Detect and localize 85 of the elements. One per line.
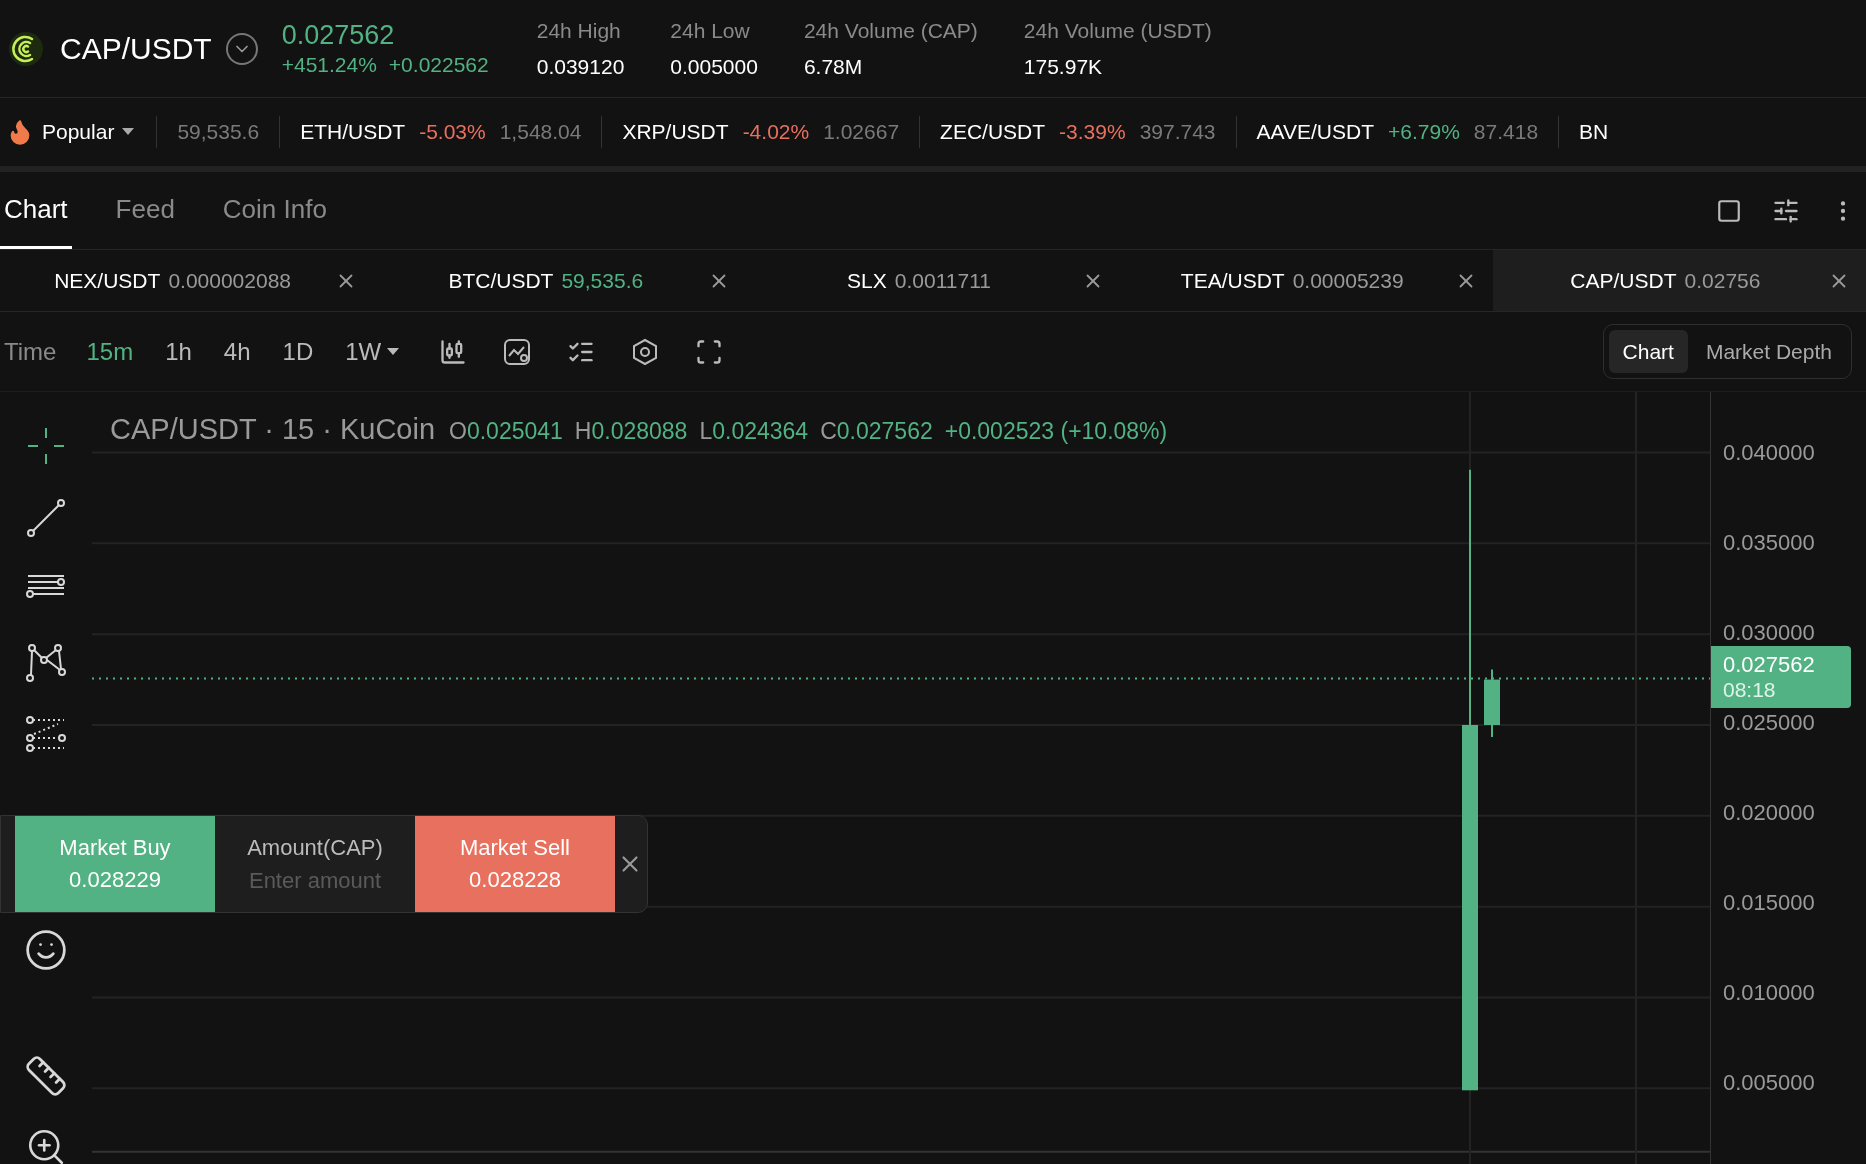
ticker-change: -4.02% xyxy=(742,119,810,146)
pair-price: 0.00005239 xyxy=(1292,267,1404,294)
pair-price: 0.000002088 xyxy=(168,267,291,294)
smiley-icon[interactable] xyxy=(24,928,68,972)
view-tab[interactable]: Chart xyxy=(0,172,72,249)
pair-price: 59,535.6 xyxy=(561,267,644,294)
interval-button[interactable]: 1D xyxy=(282,333,314,370)
pair-dropdown-button[interactable] xyxy=(225,32,258,65)
candle-change: +0.002523 (+10.08%) xyxy=(944,417,1168,446)
settings-sliders-icon[interactable] xyxy=(1772,196,1800,225)
caret-icon xyxy=(122,128,135,136)
view-mode-tab[interactable]: Chart xyxy=(1608,329,1688,374)
ohlc-value: L0.024364 xyxy=(699,417,809,446)
ohlc-value: O0.025041 xyxy=(449,417,563,446)
price-axis-label: 0.020000 xyxy=(1723,798,1815,827)
caret-icon xyxy=(387,347,400,356)
ticker-change: +6.79% xyxy=(1388,119,1460,146)
interval-button[interactable]: 1h xyxy=(165,333,192,370)
ticker-price: 87.418 xyxy=(1473,119,1539,146)
ticker-price: 397.743 xyxy=(1139,119,1216,146)
price-axis-label: 0.035000 xyxy=(1723,528,1815,557)
pair-name: SLX xyxy=(847,267,887,294)
pair-tab[interactable]: BTC/USDT 59,535.6 xyxy=(373,250,747,311)
candle xyxy=(1484,669,1500,738)
stat-value: 6.78M xyxy=(803,53,864,80)
price-axis-label: 0.040000 xyxy=(1723,438,1815,467)
ticker-pair[interactable]: XRP/USDT xyxy=(622,116,729,148)
price-axis-label: 0.025000 xyxy=(1723,708,1815,737)
ticker-pair[interactable]: ETH/USDT xyxy=(300,116,406,148)
pair-tab[interactable]: NEX/USDT 0.000002088 xyxy=(0,250,374,311)
time-label: Time xyxy=(4,336,57,367)
price-axis-label: 0.015000 xyxy=(1723,888,1815,917)
price-axis-label: 0.030000 xyxy=(1723,618,1815,647)
interval-button[interactable]: 1W xyxy=(345,333,400,370)
chart-title: CAP/USDT · 15 · KuCoin xyxy=(110,412,436,447)
stat-value: 175.97K xyxy=(1023,53,1104,80)
line-segment-icon[interactable] xyxy=(24,496,68,540)
ticker-pair[interactable]: AAVE/USDT xyxy=(1256,116,1375,148)
candlestick-icon[interactable] xyxy=(439,337,468,366)
change-amount: +0.022562 xyxy=(388,51,489,78)
last-price-label: 0.027562 xyxy=(1723,652,1816,678)
window-icon[interactable] xyxy=(1716,197,1742,224)
change-percent: +451.24% xyxy=(281,51,377,78)
amount-field[interactable]: Enter amount xyxy=(230,863,400,897)
last-price: 0.027562 xyxy=(281,18,396,51)
pair-symbol: CAP/USDT xyxy=(60,31,212,67)
interval-button[interactable]: 15m xyxy=(86,333,134,370)
pair-name: BTC/USDT xyxy=(448,267,554,294)
ticker-change: -5.03% xyxy=(419,119,486,146)
ohlc-value: C0.027562 xyxy=(820,417,933,446)
ticker-price: 59,535.6 xyxy=(177,119,260,146)
stat-label: 24h Low xyxy=(670,18,751,44)
stat-value: 0.039120 xyxy=(536,53,625,80)
indicator-icon[interactable] xyxy=(503,337,532,366)
pair-tab[interactable]: CAP/USDT 0.02756 xyxy=(1492,250,1866,311)
ticker-price: 1,548.04 xyxy=(499,119,582,146)
pair-tab[interactable]: SLX 0.0011711 xyxy=(746,250,1120,311)
settings-icon[interactable] xyxy=(631,337,660,366)
pair-price: 0.0011711 xyxy=(894,267,991,294)
ticker-price: 1.02667 xyxy=(823,119,900,146)
category-dropdown[interactable]: Popular xyxy=(6,116,158,148)
stat-label: 24h Volume (CAP) xyxy=(803,18,978,44)
ohlc-value: H0.028088 xyxy=(574,417,688,446)
amount-label: Amount(CAP) xyxy=(247,833,383,862)
stat-label: 24h Volume (USDT) xyxy=(1023,18,1212,44)
price-axis-label: 0.010000 xyxy=(1723,978,1815,1007)
logo-icon xyxy=(8,30,44,67)
ticker-change: -3.39% xyxy=(1059,119,1126,146)
stat-value: 0.005000 xyxy=(670,53,758,80)
view-tab[interactable]: Coin Info xyxy=(218,172,331,249)
pair-name: CAP/USDT xyxy=(1570,267,1677,294)
pair-price: 0.02756 xyxy=(1684,267,1761,294)
fullscreen-icon[interactable] xyxy=(695,337,724,366)
ruler-icon[interactable] xyxy=(24,1054,68,1098)
pair-name: TEA/USDT xyxy=(1180,267,1285,294)
price-axis-label: 0.005000 xyxy=(1723,1068,1815,1097)
view-tab[interactable]: Feed xyxy=(111,172,179,249)
pair-name: NEX/USDT xyxy=(54,267,161,294)
pair-tab[interactable]: TEA/USDT 0.00005239 xyxy=(1119,250,1493,311)
stat-label: 24h High xyxy=(536,18,622,44)
view-mode-tab[interactable]: Market Depth xyxy=(1691,329,1846,374)
interval-button[interactable]: 4h xyxy=(223,333,251,370)
ticker-pair[interactable]: ZEC/USDT xyxy=(940,116,1046,148)
ticker-pair[interactable]: BN xyxy=(1579,116,1609,148)
countdown-label: 08:18 xyxy=(1723,678,1777,702)
